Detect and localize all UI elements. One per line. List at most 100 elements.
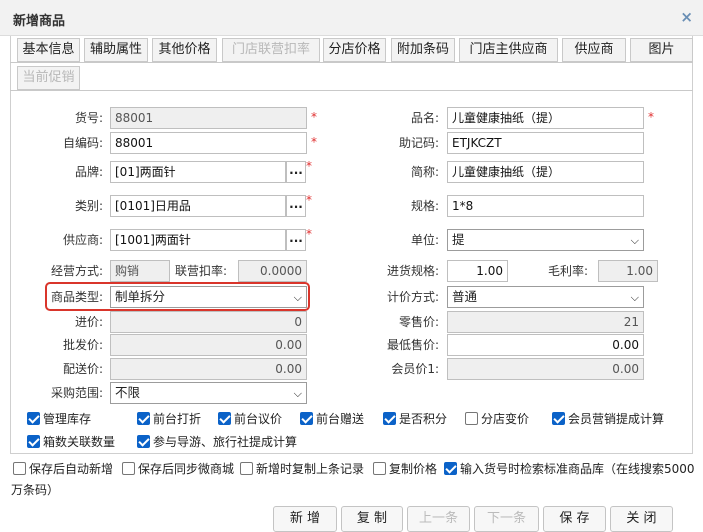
tab-branch-prices[interactable]: 分店价格 <box>323 38 386 62</box>
checkbox-guide-commission[interactable]: 参与导游、旅行社提成计算 <box>137 435 297 450</box>
purchase-price-field[interactable]: 0 <box>110 311 307 333</box>
wholesale-price-field[interactable]: 0.00 <box>110 334 307 356</box>
required-mark: * <box>648 110 654 124</box>
checkbox-label: 管理库存 <box>43 412 92 426</box>
purchase-scope-value: 不限 <box>115 385 141 400</box>
option-copy-price[interactable]: 复制价格 <box>373 462 437 477</box>
prev-record-button: 上一条 <box>407 506 470 532</box>
option-label: 复制价格 <box>389 462 438 476</box>
label-unit: 单位: <box>410 233 439 247</box>
brand-field[interactable]: [01]两面针 <box>110 161 286 183</box>
unit-value: 提 <box>452 232 465 247</box>
supplier-field[interactable]: [1001]两面针 <box>110 229 286 251</box>
short-name-field[interactable]: 儿童健康抽纸（提） <box>447 161 644 183</box>
joint-rate-field[interactable]: 0.0000 <box>238 260 307 282</box>
gross-margin-field[interactable]: 1.00 <box>598 260 658 282</box>
label-category: 类别: <box>74 199 103 213</box>
checkbox-label: 分店变价 <box>481 412 530 426</box>
option-auto-new[interactable]: 保存后自动新增 <box>13 462 113 477</box>
checkbox-label: 会员营销提成计算 <box>568 412 665 426</box>
chevron-down-icon: ⌵ <box>293 387 302 400</box>
checkbox-label: 前台打折 <box>153 412 202 426</box>
new-button[interactable]: 新 增 <box>273 506 337 532</box>
tab-row-divider <box>10 62 693 63</box>
label-min-price: 最低售价: <box>386 338 439 352</box>
label-joint-rate: 联营扣率: <box>175 264 228 278</box>
checkbox-label: 箱数关联数量 <box>43 435 116 449</box>
checkbox-branch-price-change[interactable]: 分店变价 <box>465 412 529 427</box>
pricing-mode-select[interactable]: 普通 ⌵ <box>447 286 644 308</box>
checkbox-icon <box>137 412 150 425</box>
copy-button[interactable]: 复 制 <box>341 506 403 532</box>
tab-supplier[interactable]: 供应商 <box>562 38 626 62</box>
purchase-scope-select[interactable]: 不限 ⌵ <box>110 382 307 404</box>
self-code-field[interactable]: 88001 <box>110 132 307 154</box>
checkbox-front-gift[interactable]: 前台赠送 <box>300 412 364 427</box>
checkbox-icon <box>13 462 26 475</box>
checkbox-icon <box>373 462 386 475</box>
checkbox-icon <box>465 412 478 425</box>
required-mark: * <box>306 193 312 207</box>
option-copy-last[interactable]: 新增时复制上条记录 <box>240 462 364 477</box>
close-button[interactable]: 关 闭 <box>610 506 673 532</box>
business-mode-field[interactable]: 购销 <box>110 260 170 282</box>
checkbox-icon <box>300 412 313 425</box>
checkbox-box-qty-link[interactable]: 箱数关联数量 <box>27 435 115 450</box>
option-label-wrap: 万条码） <box>11 483 60 497</box>
checkbox-icon <box>137 435 150 448</box>
close-icon[interactable]: × <box>680 8 693 26</box>
item-name-field[interactable]: 儿童健康抽纸（提） <box>447 107 644 129</box>
option-label: 保存后同步微商城 <box>138 462 235 476</box>
spec-field[interactable]: 1*8 <box>447 195 644 217</box>
tab-aux-attributes[interactable]: 辅助属性 <box>84 38 148 62</box>
label-item-name: 品名: <box>410 111 439 125</box>
label-purchase-spec: 进货规格: <box>386 264 439 278</box>
label-item-code: 货号: <box>74 111 103 125</box>
checkbox-label: 是否积分 <box>399 412 448 426</box>
required-mark: * <box>306 159 312 173</box>
required-mark: * <box>306 227 312 241</box>
tab-extra-barcodes[interactable]: 附加条码 <box>391 38 455 62</box>
checkbox-manage-stock[interactable]: 管理库存 <box>27 412 91 427</box>
label-purchase-price: 进价: <box>74 315 103 329</box>
ellipsis-icon[interactable]: ... <box>286 161 306 183</box>
checkbox-points[interactable]: 是否积分 <box>383 412 447 427</box>
min-price-field[interactable]: 0.00 <box>447 334 644 356</box>
tab-images[interactable]: 图片 <box>630 38 693 62</box>
checkbox-member-marketing[interactable]: 会员营销提成计算 <box>552 412 664 427</box>
checkbox-label: 前台议价 <box>234 412 283 426</box>
checkbox-icon <box>444 462 457 475</box>
label-item-type: 商品类型: <box>50 290 103 304</box>
ellipsis-icon[interactable]: ... <box>286 229 306 251</box>
required-mark: * <box>311 135 317 149</box>
tab-basic-info[interactable]: 基本信息 <box>17 38 80 62</box>
option-label: 保存后自动新增 <box>29 462 114 476</box>
delivery-price-field[interactable]: 0.00 <box>110 358 307 380</box>
tab-other-prices[interactable]: 其他价格 <box>152 38 217 62</box>
checkbox-icon <box>27 435 40 448</box>
ellipsis-icon[interactable]: ... <box>286 195 306 217</box>
retail-price-field[interactable]: 21 <box>447 311 644 333</box>
checkbox-icon <box>27 412 40 425</box>
checkbox-front-negotiate[interactable]: 前台议价 <box>218 412 282 427</box>
member-price-field[interactable]: 0.00 <box>447 358 644 380</box>
label-delivery-price: 配送价: <box>62 362 103 376</box>
category-field[interactable]: [0101]日用品 <box>110 195 286 217</box>
item-code-field[interactable]: 88001 <box>110 107 307 129</box>
unit-select[interactable]: 提 ⌵ <box>447 229 644 251</box>
option-sync-mall[interactable]: 保存后同步微商城 <box>122 462 234 477</box>
mnemonic-field[interactable]: ETJKCZT <box>447 132 644 154</box>
chevron-down-icon: ⌵ <box>293 291 302 304</box>
label-brand: 品牌: <box>74 165 103 179</box>
checkbox-icon <box>218 412 231 425</box>
item-type-select[interactable]: 制单拆分 ⌵ <box>110 286 307 308</box>
label-self-code: 自编码: <box>62 136 103 150</box>
save-button[interactable]: 保 存 <box>543 506 606 532</box>
checkbox-front-discount[interactable]: 前台打折 <box>137 412 201 427</box>
label-member-price: 会员价1: <box>391 362 439 376</box>
option-search-std-lib[interactable]: 输入货号时检索标准商品库（在线搜索5000 <box>444 462 695 477</box>
label-gross-margin: 毛利率: <box>548 264 589 278</box>
tab-store-joint-rate: 门店联营扣率 <box>222 38 320 62</box>
purchase-spec-field[interactable]: 1.00 <box>447 260 508 282</box>
tab-store-main-supplier[interactable]: 门店主供应商 <box>459 38 558 62</box>
